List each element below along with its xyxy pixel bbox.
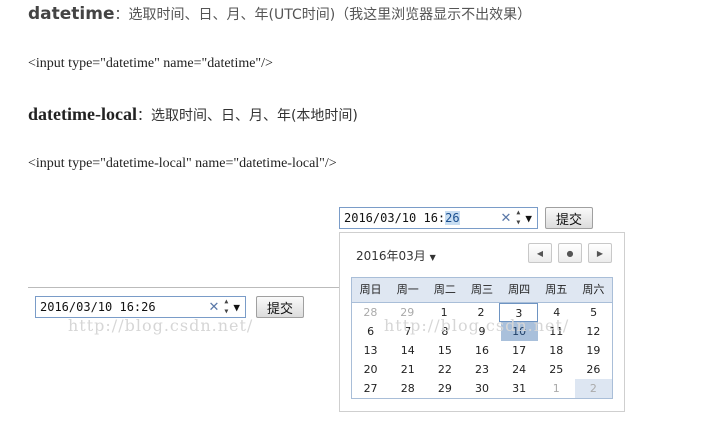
calendar-day[interactable]: 31 [501,379,538,398]
prev-month-button[interactable]: ◀ [528,243,552,263]
next-month-button[interactable]: ▶ [588,243,612,263]
weekday-header: 周日 周一 周二 周三 周四 周五 周六 [352,278,612,303]
weekday-label: 周二 [433,283,456,296]
calendar-day[interactable]: 21 [389,360,426,379]
calendar-day[interactable]: 22 [426,360,463,379]
calendar-day[interactable]: 5 [575,303,612,322]
calendar-day[interactable]: 24 [501,360,538,379]
today-button[interactable]: ● [558,243,582,263]
datetime-local-desc-text: ：选取时间、日、月、年(本地时间) [136,108,358,124]
month-label: 2016年03月 [356,249,426,263]
datetime-desc-text: ：选取时间、日、月、年(UTC时间)（我这里浏览器显示不出效果） [114,7,532,23]
datetime-keyword: datetime [28,4,115,24]
spinner-icon[interactable]: ▴ ▾ [515,208,521,228]
calendar-day[interactable]: 17 [501,341,538,360]
submit-button-left[interactable]: 提交 [256,296,305,318]
divider [28,287,346,288]
weekday-label: 周三 [470,283,493,296]
calendar-day[interactable]: 27 [352,379,389,398]
watermark-right: http://blog.csdn.net/ [384,316,570,335]
calendar-day[interactable]: 16 [463,341,500,360]
submit-button-right[interactable]: 提交 [545,207,594,229]
clear-icon[interactable]: ✕ [208,300,219,315]
calendar-day[interactable]: 2 [574,379,612,398]
calendar-day[interactable]: 14 [389,341,426,360]
weekday-label: 周日 [359,283,382,296]
datetime-description: datetime：选取时间、日、月、年(UTC时间)（我这里浏览器显示不出效果） [28,4,531,24]
calendar-grid: 周日 周一 周二 周三 周四 周五 周六 28 29 1 2 3 4 5 6 7… [351,277,613,399]
calendar-day[interactable]: 19 [575,341,612,360]
datetime-local-input-right[interactable]: 2016/03/10 16: 26 ✕ ▴ ▾ ▼ [339,207,538,229]
month-dropdown-icon[interactable]: ▼ [430,253,436,262]
calendar-day[interactable]: 18 [538,341,575,360]
calendar-day[interactable]: 28 [389,379,426,398]
calendar-day[interactable]: 15 [426,341,463,360]
calendar-day[interactable]: 29 [426,379,463,398]
input-value-prefix: 2016/03/10 16: [344,211,446,225]
datetime-code-sample: <input type="datetime" name="datetime"/> [28,56,273,71]
calendar-day[interactable]: 1 [538,379,575,398]
input-value-selected-minutes[interactable]: 26 [445,211,460,225]
input-value: 2016/03/10 16:26 [40,300,156,314]
datetime-local-input-left[interactable]: 2016/03/10 16:26 ✕ ▴ ▾ ▼ [35,296,246,318]
month-selector[interactable]: 2016年03月 ▼ [356,247,436,264]
spin-down-icon[interactable]: ▾ [515,218,521,228]
dropdown-arrow-icon[interactable]: ▼ [233,301,240,314]
weekday-label: 周六 [582,283,605,296]
datetime-local-description: datetime-local：选取时间、日、月、年(本地时间) [28,104,358,125]
weekday-label: 周四 [508,283,531,296]
weekday-label: 周一 [396,283,419,296]
spinner-icon[interactable]: ▴ ▾ [223,297,229,317]
calendar-day[interactable]: 25 [538,360,575,379]
calendar-week: 27 28 29 30 31 1 2 [352,379,612,398]
calendar-day[interactable]: 12 [575,322,612,341]
calendar-week: 13 14 15 16 17 18 19 [352,341,612,360]
dropdown-arrow-icon[interactable]: ▼ [525,212,532,225]
clear-icon[interactable]: ✕ [500,211,511,226]
calendar-day[interactable]: 26 [575,360,612,379]
datetime-local-code-sample: <input type="datetime-local" name="datet… [28,156,337,171]
calendar-day[interactable]: 20 [352,360,389,379]
datetime-local-keyword: datetime-local [28,104,137,124]
watermark-left: http://blog.csdn.net/ [68,316,254,335]
calendar-day[interactable]: 30 [463,379,500,398]
calendar-day[interactable]: 13 [352,341,389,360]
weekday-label: 周五 [545,283,568,296]
calendar-week: 20 21 22 23 24 25 26 [352,360,612,379]
calendar-day[interactable]: 23 [463,360,500,379]
